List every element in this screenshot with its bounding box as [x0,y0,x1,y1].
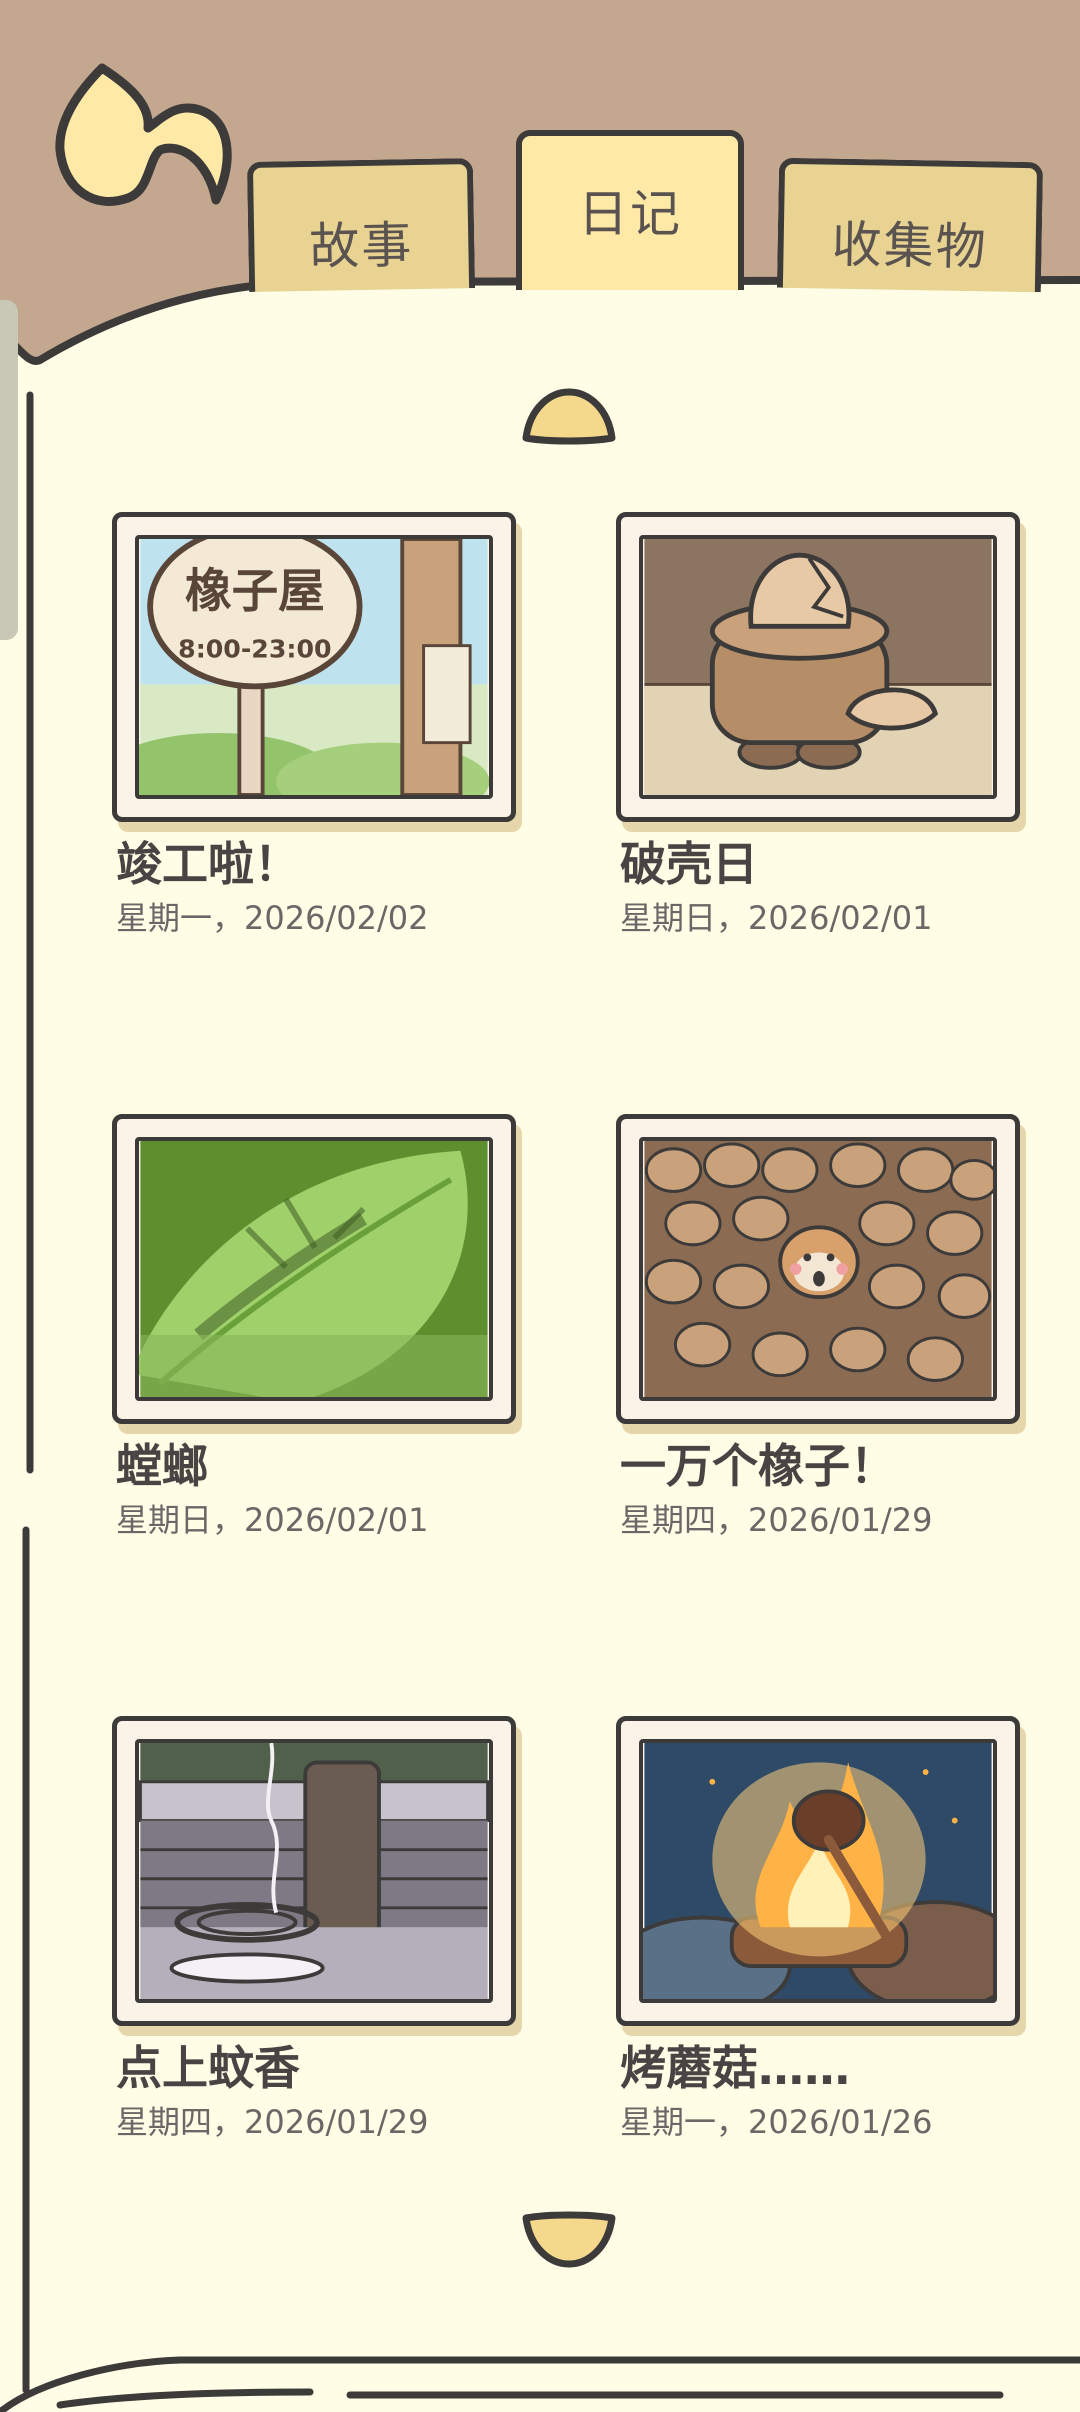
entry-date: 星期日，2026/02/01 [620,899,933,937]
entry-photo-frame [112,1114,516,1424]
diary-entry-card[interactable]: 破壳日 星期日，2026/02/01 [616,512,1026,938]
back-arrow-icon[interactable] [40,50,250,240]
entry-photo-frame [616,512,1020,822]
entry-date: 星期四，2026/01/29 [116,2103,429,2141]
tab-collection[interactable]: 收集物 [776,157,1044,293]
tab-diary[interactable]: 日记 [516,130,744,290]
entry-date: 星期一，2026/02/02 [116,899,429,937]
entry-photo-frame [112,1716,516,2026]
diary-entry-card[interactable]: 一万个橡子！ 星期四，2026/01/29 [616,1114,1026,1540]
roasting-mushroom-image [639,1739,997,2003]
entry-photo-frame: 橡子屋 8:00-23:00 [112,512,516,822]
diary-entry-card[interactable]: 烤蘑菇…… 星期一，2026/01/26 [616,1716,1026,2142]
mantis-on-leaf-image [135,1137,493,1401]
diary-entry-card[interactable]: 点上蚊香 星期四，2026/01/29 [112,1716,522,2142]
scroll-handle[interactable] [0,300,18,640]
mosquito-coil-image [135,1739,493,2003]
entry-title: 一万个橡子！ [620,1439,896,1493]
scroll-up-icon[interactable] [520,386,618,446]
sign-text: 橡子屋 [185,564,325,618]
entry-photo-frame [616,1716,1020,2026]
entry-date: 星期四，2026/01/29 [620,1501,933,1539]
diary-entry-card[interactable]: 螳螂 星期日，2026/02/01 [112,1114,522,1540]
entry-title: 螳螂 [116,1439,208,1493]
scroll-down-icon[interactable] [520,2210,618,2270]
diary-entry-card[interactable]: 橡子屋 8:00-23:00 竣工啦！ 星期一，2026/02/02 [112,512,522,938]
acorn-house-sign-image: 橡子屋 8:00-23:00 [135,535,493,799]
entry-title: 破壳日 [620,837,758,891]
entry-date: 星期一，2026/01/26 [620,2103,933,2141]
entry-photo-frame [616,1114,1020,1424]
entry-title: 点上蚊香 [116,2041,300,2095]
cracked-egg-on-stump-image [639,535,997,799]
squirrel-in-acorns-image [639,1137,997,1401]
entry-date: 星期日，2026/02/01 [116,1501,429,1539]
entry-title: 竣工啦！ [116,837,300,891]
entry-title: 烤蘑菇…… [620,2041,850,2095]
tab-story[interactable]: 故事 [246,158,476,292]
sign-hours: 8:00-23:00 [178,634,331,663]
